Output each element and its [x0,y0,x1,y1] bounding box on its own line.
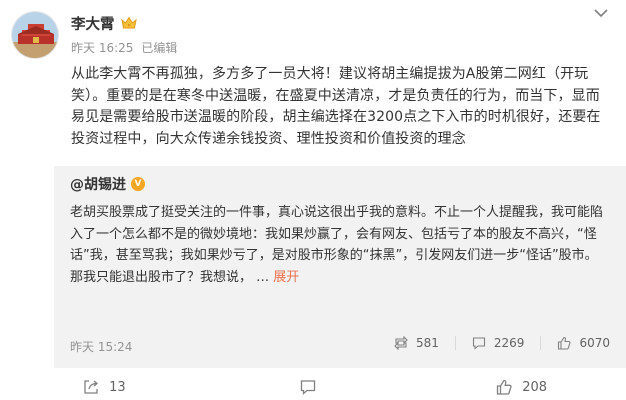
quoted-like-button[interactable]: 6070 [557,336,610,350]
post-meta: 昨天 16:25 已编辑 [71,39,177,56]
author-row: 李大霄 [71,12,137,34]
avatar-image [12,12,58,58]
post-text: 从此李大霄不再孤独，多方多了一员大将！建议将胡主编提拔为A股第二网红（开玩笑）。… [71,66,601,147]
like-button[interactable]: 208 [417,370,626,400]
quoted-repost-button[interactable]: 581 [394,336,439,350]
quoted-comment-button[interactable]: 2269 [472,336,525,350]
action-bar: 13 208 [0,370,626,400]
edited-label[interactable]: 已编辑 [141,39,177,56]
quoted-repost-count: 581 [416,336,439,350]
quoted-like-count: 6070 [579,336,610,350]
stat-divider [540,336,542,350]
quoted-timestamp[interactable]: 昨天 15:24 [70,338,132,355]
stat-divider [454,336,456,350]
repost-icon [84,380,99,394]
quoted-footer: 昨天 15:24 581 2269 6070 [70,336,610,356]
quoted-author-name[interactable]: @胡锡进 [70,174,126,194]
comment-icon [472,337,485,350]
verified-badge-icon: V [131,177,145,191]
comment-button[interactable] [209,370,418,400]
quoted-comment-count: 2269 [493,336,525,350]
repost-icon [394,336,408,350]
like-icon [558,336,572,350]
quoted-post[interactable]: @胡锡进 V 老胡买股票成了挺受关注的一件事，真心说这很出乎我的意料。不止一个人… [54,166,626,368]
post-timestamp[interactable]: 昨天 16:25 [71,39,133,56]
author-name[interactable]: 李大霄 [71,13,115,34]
avatar[interactable] [11,11,59,59]
expand-link[interactable]: 展开 [273,270,299,285]
repost-button[interactable]: 13 [0,370,209,400]
like-count: 208 [522,379,548,395]
repost-count: 13 [109,379,126,395]
like-icon [497,379,512,395]
quoted-text: 老胡买股票成了挺受关注的一件事，真心说这很出乎我的意料。不止一个人提醒我，我可能… [70,202,610,288]
more-chevron-icon[interactable] [592,6,610,20]
quoted-text-body: 老胡买股票成了挺受关注的一件事，真心说这很出乎我的意料。不止一个人提醒我，我可能… [70,205,604,285]
quoted-author-row: @胡锡进 V [70,175,145,193]
comment-icon [300,380,316,395]
quoted-text-ellipsis: … [252,269,274,285]
quoted-stats: 581 2269 6070 [378,336,610,350]
crown-icon [120,16,137,29]
